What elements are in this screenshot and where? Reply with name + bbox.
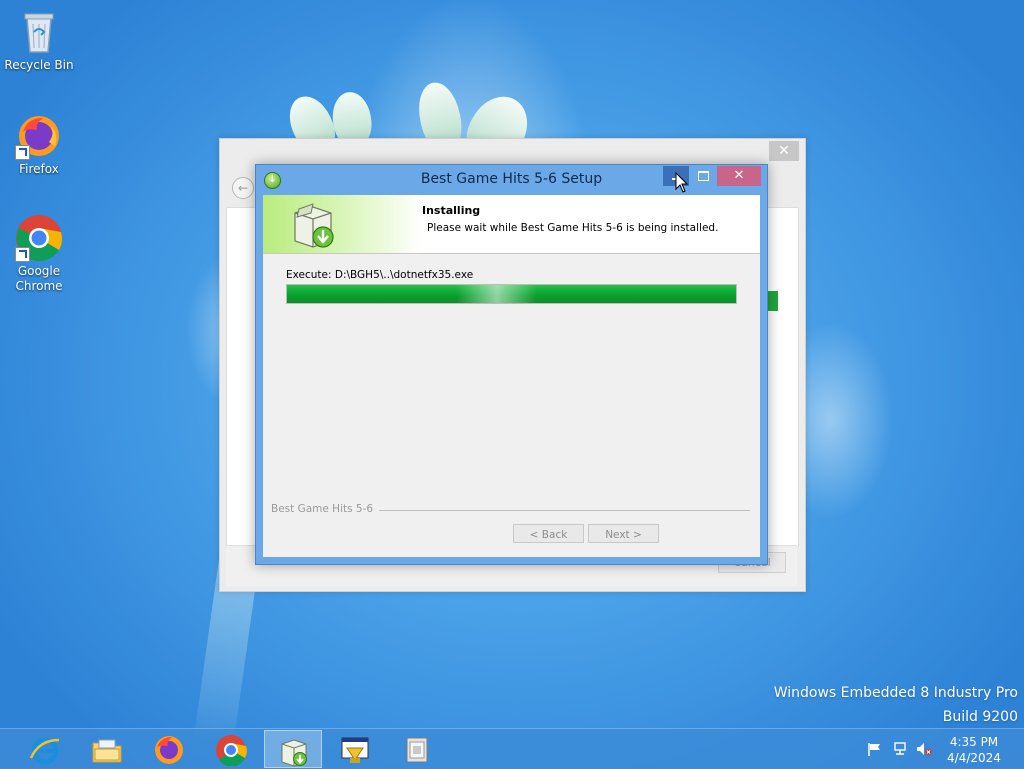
maximize-button[interactable]: [691, 166, 715, 186]
progress-fill: [287, 285, 736, 303]
brand-label: Best Game Hits 5-6: [271, 503, 380, 515]
clock-time: 4:35 PM: [949, 735, 999, 749]
setup-client-area: Installing Please wait while Best Game H…: [263, 195, 760, 557]
setup-package-icon: [406, 737, 428, 763]
desktop-icon-firefox[interactable]: Firefox: [1, 112, 77, 177]
os-build-watermark: Build 9200: [942, 709, 1018, 725]
desktop-icon-chrome[interactable]: Google Chrome: [1, 214, 77, 294]
clock-date: 4/4/2024: [947, 751, 1001, 765]
shortcut-arrow-icon: [15, 247, 30, 262]
firefox-icon: [15, 112, 63, 160]
header-title: Installing: [422, 204, 481, 217]
setup-installer-icon: [281, 739, 307, 767]
taskbar-firefox[interactable]: [140, 730, 198, 768]
install-box-icon: [291, 201, 337, 249]
close-button[interactable]: ✕: [717, 166, 761, 186]
execute-status-text: Execute: D:\BGH5\..\dotnetfx35.exe: [286, 269, 474, 281]
desktop-icon-recycle-bin[interactable]: Recycle Bin: [1, 8, 77, 73]
desktop-icon-label: Recycle Bin: [4, 58, 74, 72]
header-banner: [263, 195, 423, 253]
taskbar-clock[interactable]: 4:35 PM 4/4/2024: [944, 734, 1004, 766]
action-center-flag-icon[interactable]: [867, 742, 883, 756]
taskbar-file-explorer[interactable]: [78, 730, 136, 768]
setup-titlebar[interactable]: ↓ Best Game Hits 5-6 Setup ✕: [256, 165, 767, 195]
chrome-icon: [216, 735, 247, 766]
file-explorer-icon: [92, 739, 122, 763]
shortcut-arrow-icon: [15, 145, 30, 160]
recycle-bin-icon: [15, 8, 63, 56]
chrome-icon: [15, 214, 63, 262]
taskbar-internet-explorer[interactable]: [16, 730, 74, 768]
firefox-icon: [155, 736, 183, 764]
mouse-cursor-icon: [675, 172, 689, 193]
header-subtitle: Please wait while Best Game Hits 5-6 is …: [427, 222, 719, 234]
next-button[interactable]: Next >: [588, 524, 659, 543]
volume-muted-icon[interactable]: [916, 742, 932, 756]
back-button[interactable]: < Back: [513, 524, 584, 543]
taskbar: 4:35 PM 4/4/2024: [0, 728, 1024, 769]
taskbar-setup-package[interactable]: [388, 730, 446, 768]
brand-divider: Best Game Hits 5-6: [271, 503, 750, 517]
taskbar-setup-installer[interactable]: [264, 730, 322, 768]
taskbar-setup-window[interactable]: [326, 730, 384, 768]
network-icon[interactable]: [892, 742, 908, 756]
setup-header: Installing Please wait while Best Game H…: [263, 195, 760, 254]
taskbar-chrome[interactable]: [202, 730, 260, 768]
desktop-icon-label: Firefox: [19, 162, 59, 176]
install-progress-bar: [286, 284, 737, 304]
os-edition-watermark: Windows Embedded 8 Industry Pro: [773, 685, 1018, 701]
desktop-icon-label: Google Chrome: [15, 264, 63, 293]
back-arrow-icon[interactable]: ←: [232, 177, 254, 199]
internet-explorer-icon: [29, 737, 60, 765]
setup-window-icon: [341, 737, 369, 763]
background-window-close-button[interactable]: ✕: [769, 141, 799, 161]
setup-window: ↓ Best Game Hits 5-6 Setup ✕ Installing …: [255, 164, 768, 565]
